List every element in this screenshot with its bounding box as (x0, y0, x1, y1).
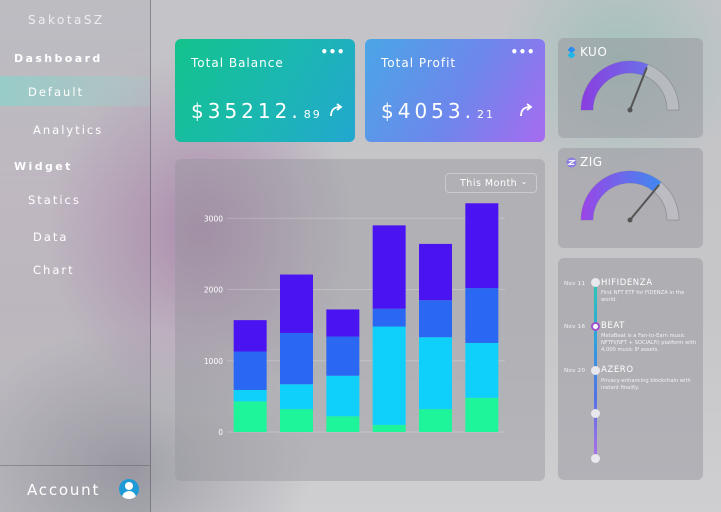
bar-segment[interactable] (233, 351, 267, 390)
timeline-date: Nov 16 (564, 324, 586, 330)
timeline-card: Nov 11 HIFIDENZA First NFT ETF for FIDEN… (558, 258, 703, 480)
y-tick-label: 3000 (204, 214, 223, 223)
bar-segment[interactable] (326, 375, 360, 417)
bar-segment[interactable] (326, 309, 360, 337)
bar-segment[interactable] (465, 203, 499, 289)
total-balance-value: $35212. 89 (191, 99, 322, 123)
y-tick-label: 2000 (204, 286, 223, 295)
timeline-description: MetaBeat is a Fan-to-Earn music NFTFi(NF… (601, 333, 696, 353)
timeline-date: Nov 11 (564, 281, 586, 287)
bar-segment[interactable] (419, 337, 452, 410)
nav-section-dashboard: Dashboard (14, 52, 103, 65)
timeline-dot (591, 409, 600, 418)
total-profit-value: $4053. 21 (381, 99, 495, 123)
timeline-dot (591, 454, 600, 463)
bar-segment[interactable] (465, 288, 499, 343)
trend-up-arrow-icon (330, 103, 343, 117)
bar-segment[interactable] (280, 409, 313, 432)
timeline-title[interactable]: BEAT (601, 321, 625, 331)
total-balance-title: Total Balance (191, 56, 284, 70)
brand-logo: SakotaSZ (28, 13, 105, 27)
trend-up-arrow-icon (520, 103, 533, 117)
gauge-meter (580, 60, 680, 113)
timeline-dot (591, 278, 600, 287)
total-profit-title: Total Profit (381, 56, 457, 70)
bar-segment[interactable] (419, 243, 452, 301)
gauge-meter (580, 170, 680, 223)
nav-item-default[interactable]: Default (28, 85, 84, 99)
gauge-needle (629, 184, 660, 221)
bar-chart-panel: This Month ⌄ 0 1000 2000 3000 (175, 159, 545, 481)
bar-segment[interactable] (372, 326, 406, 425)
timeline-dot (591, 366, 600, 375)
bar-segment[interactable] (419, 409, 452, 432)
total-balance-card: Total Balance ••• $35212. 89 (175, 39, 355, 142)
bar-segment[interactable] (326, 336, 360, 376)
gauge-card-zig: ZIG (558, 148, 703, 248)
total-profit-card: Total Profit ••• $4053. 21 (365, 39, 545, 142)
stacked-bar-chart: 0 1000 2000 3000 (204, 203, 505, 437)
timeline-dot-active (591, 322, 600, 331)
bar-segment[interactable] (419, 300, 452, 338)
bar-segment[interactable] (372, 424, 406, 432)
bar-segment[interactable] (280, 274, 313, 333)
more-options-icon[interactable]: ••• (510, 45, 535, 59)
more-options-icon[interactable]: ••• (320, 45, 345, 59)
account-label[interactable]: Account (27, 481, 100, 499)
nav-item-data[interactable]: Data (33, 230, 68, 244)
bar-segment[interactable] (233, 401, 267, 432)
nav-item-analytics[interactable]: Analytics (33, 123, 103, 137)
bar-segment[interactable] (465, 397, 499, 432)
bar-segment[interactable] (465, 342, 499, 398)
gauge-needle (629, 67, 648, 111)
account-bar[interactable]: Account (0, 465, 150, 512)
gauge-card-kuo: KUO (558, 38, 703, 138)
bar-segment[interactable] (233, 389, 267, 402)
bar-segment[interactable] (372, 308, 406, 327)
nav-item-chart[interactable]: Chart (33, 263, 75, 277)
nav-section-widget: Widget (14, 160, 73, 173)
timeline-title[interactable]: HIFIDENZA (601, 278, 653, 288)
timeline-description: Privacy-enhancing blockchain with instan… (601, 378, 691, 391)
sidebar: SakotaSZ Dashboard Default Analytics Wid… (0, 0, 151, 512)
timeline-title[interactable]: AZERO (601, 365, 634, 375)
gauge-hub (627, 107, 633, 113)
bar-segment[interactable] (233, 320, 267, 352)
timeline-description: First NFT ETF for FIDENZA in the world. (601, 290, 685, 303)
nav-item-statics[interactable]: Statics (28, 193, 81, 207)
y-tick-label: 0 (218, 428, 223, 437)
timeline-date: Nov 20 (564, 368, 586, 374)
bar-segment[interactable] (326, 416, 360, 432)
gauge-hub (627, 217, 633, 223)
user-avatar-icon[interactable] (119, 479, 139, 499)
y-tick-label: 1000 (204, 357, 223, 366)
gauge-fill (581, 61, 649, 110)
bar-segment[interactable] (280, 384, 313, 410)
bar-segment[interactable] (280, 332, 313, 385)
bar-segment[interactable] (372, 225, 406, 309)
